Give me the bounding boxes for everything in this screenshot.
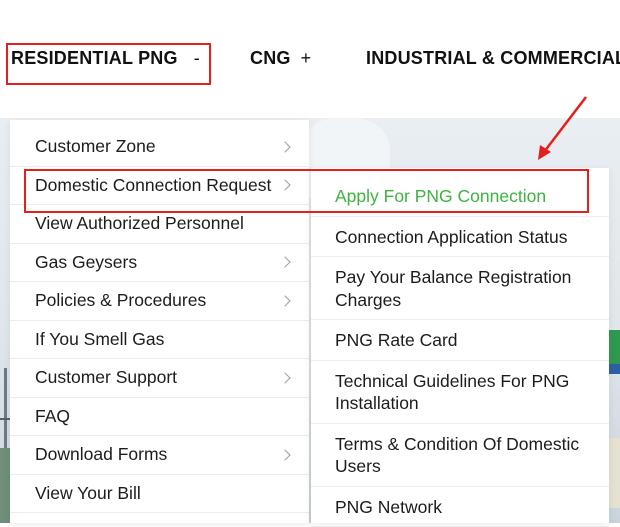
submenu-item-terms-condition[interactable]: Terms & Condition Of Domestic Users	[311, 424, 609, 487]
submenu-item-label: PNG Rate Card	[335, 330, 458, 350]
submenu-item-png-rate-card[interactable]: PNG Rate Card	[311, 320, 609, 361]
annotation-arrow-icon	[530, 90, 592, 164]
menu-item-label: Download Forms	[35, 444, 167, 465]
submenu-item-png-network[interactable]: PNG Network	[311, 487, 609, 527]
submenu-item-label: Pay Your Balance Registration Charges	[335, 267, 571, 310]
menu-item-customer-support[interactable]: Customer Support	[10, 359, 309, 398]
chevron-right-icon	[279, 295, 290, 306]
submenu-item-connection-application-status[interactable]: Connection Application Status	[311, 217, 609, 258]
menu-item-policies-procedures[interactable]: Policies & Procedures	[10, 282, 309, 321]
chevron-right-icon	[279, 449, 290, 460]
menu-item-customer-zone[interactable]: Customer Zone	[10, 128, 309, 167]
hero-blue-sign	[608, 364, 620, 374]
submenu-item-label: Terms & Condition Of Domestic Users	[335, 434, 579, 477]
nav-label-cng: CNG	[250, 48, 291, 68]
menu-item-if-you-smell-gas[interactable]: If You Smell Gas	[10, 321, 309, 360]
domestic-connection-submenu: Apply For PNG Connection Connection Appl…	[311, 168, 609, 523]
hero-building	[608, 438, 620, 508]
menu-item-label: FAQ	[35, 406, 70, 427]
menu-item-download-forms[interactable]: Download Forms	[10, 436, 309, 475]
annotation-highlight-domestic-connection-row	[24, 169, 589, 213]
submenu-item-pay-balance-registration-charges[interactable]: Pay Your Balance Registration Charges	[311, 257, 609, 320]
menu-item-label: View Authorized Personnel	[35, 213, 244, 234]
submenu-item-technical-guidelines[interactable]: Technical Guidelines For PNG Installatio…	[311, 361, 609, 424]
submenu-item-label: Technical Guidelines For PNG Installatio…	[335, 371, 569, 414]
nav-item-industrial-commercial[interactable]: INDUSTRIAL & COMMERCIAL	[366, 48, 620, 69]
hero-green-sign	[608, 330, 620, 364]
chevron-right-icon	[279, 372, 290, 383]
menu-item-gas-geysers[interactable]: Gas Geysers	[10, 244, 309, 283]
chevron-right-icon	[279, 141, 290, 152]
menu-item-label: Gas Geysers	[35, 252, 137, 273]
menu-item-label: Customer Zone	[35, 136, 156, 157]
menu-item-view-your-bill[interactable]: View Your Bill	[10, 475, 309, 514]
annotation-highlight-residential-png	[6, 43, 211, 85]
submenu-item-label: PNG Network	[335, 497, 442, 517]
menu-item-label: Policies & Procedures	[35, 290, 206, 311]
nav-item-cng[interactable]: CNG +	[250, 48, 311, 69]
chevron-right-icon	[279, 257, 290, 268]
submenu-item-label: Connection Application Status	[335, 227, 568, 247]
menu-item-label: If You Smell Gas	[35, 329, 164, 350]
menu-item-label: Customer Support	[35, 367, 177, 388]
menu-item-label: View Your Bill	[35, 483, 141, 504]
nav-label-industrial-commercial: INDUSTRIAL & COMMERCIAL	[366, 48, 620, 68]
expand-icon[interactable]: +	[301, 48, 312, 68]
menu-item-faq[interactable]: FAQ	[10, 398, 309, 437]
